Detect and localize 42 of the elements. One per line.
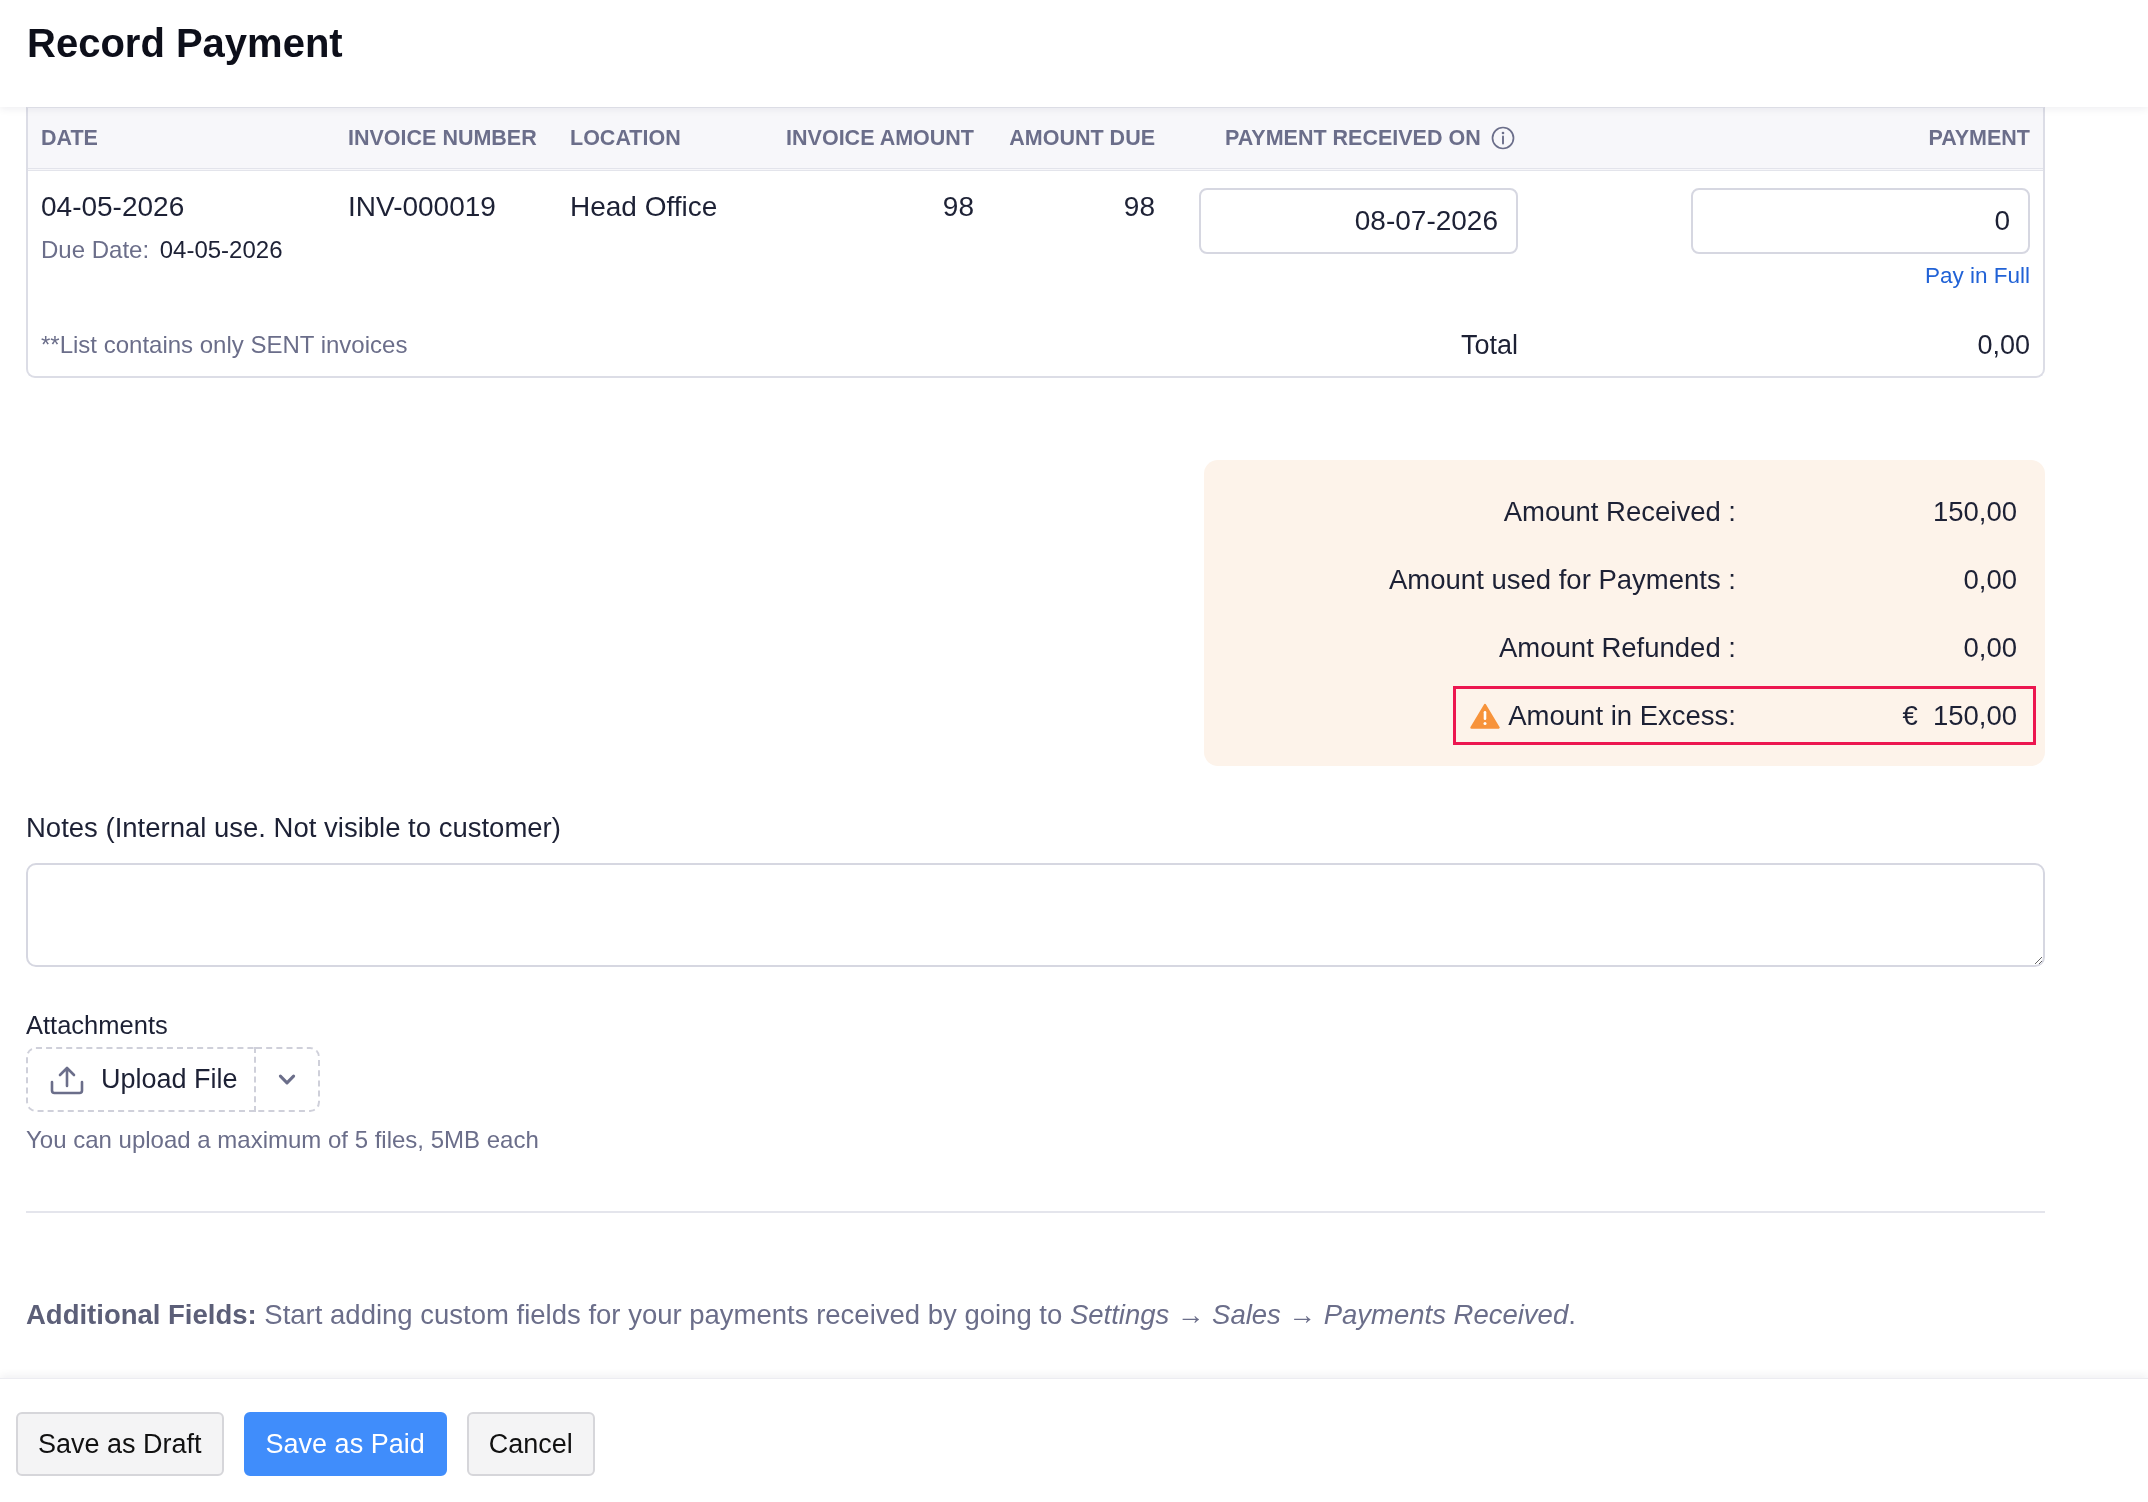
- invoice-date: 04-05-2026: [41, 190, 185, 224]
- summary-value: 0,00: [1963, 631, 2017, 664]
- summary-label: Amount used for Payments :: [1389, 563, 1736, 596]
- column-header: INVOICE AMOUNT: [786, 125, 974, 151]
- attachments-label: Attachments: [26, 1011, 168, 1039]
- upload-button[interactable]: Upload File: [26, 1047, 256, 1112]
- table-cell-text: 98: [1123, 190, 1155, 224]
- column-header: PAYMENT: [1928, 125, 2030, 151]
- column-header: AMOUNT DUE: [1009, 125, 1155, 151]
- due-date: 04-05-2026: [159, 236, 283, 263]
- notes-label: Notes (Internal use. Not visible to customer): [26, 812, 561, 843]
- date-field[interactable]: 08-07-2026: [1199, 188, 1518, 254]
- column-header: DATE: [41, 125, 98, 151]
- footnote-text: **List contains only SENT invoices: [41, 330, 408, 360]
- info-icon[interactable]: [1490, 126, 1515, 150]
- page-title: Record Payment: [27, 20, 343, 66]
- column-header: LOCATION: [570, 125, 681, 151]
- summary-value: 0,00: [1963, 563, 2017, 596]
- chevron-down-icon: [278, 1074, 296, 1085]
- upload-hint: You can upload a maximum of 5 files, 5MB each: [26, 1126, 539, 1153]
- table-cell-text: 98: [942, 190, 974, 224]
- summary-label: Amount Received :: [1503, 495, 1736, 528]
- column-header: PAYMENT RECEIVED ON: [1225, 125, 1481, 151]
- total-value: 0,00: [1977, 329, 2030, 362]
- save-draft-button[interactable]: Save as Draft: [16, 1412, 224, 1476]
- additional-fields-text: Additional Fields: Start adding custom fields for your payments received by going to Settings → Sales → Payments Received.: [26, 1299, 1576, 1330]
- due-date-label: Due Date:: [41, 236, 150, 263]
- currency-symbol: €: [1902, 699, 1918, 732]
- summary-value: 150,00: [1932, 699, 2017, 732]
- summary-label: Amount Refunded :: [1499, 631, 1736, 664]
- cancel-button[interactable]: Cancel: [466, 1412, 595, 1476]
- table-cell-text: INV-000019: [348, 190, 496, 224]
- total-label: Total: [1460, 329, 1518, 362]
- summary-value: 150,00: [1932, 495, 2017, 528]
- payment-field[interactable]: 0: [1691, 188, 2030, 254]
- upload-icon: [50, 1064, 84, 1095]
- notes-field[interactable]: [26, 863, 2045, 967]
- table-cell-text: Head Office: [570, 190, 718, 224]
- dropdown-button[interactable]: [256, 1047, 320, 1112]
- summary-label: Amount in Excess:: [1508, 699, 1736, 732]
- pay-in-full-link[interactable]: Pay in Full: [1924, 261, 2030, 291]
- column-header: INVOICE NUMBER: [348, 125, 537, 151]
